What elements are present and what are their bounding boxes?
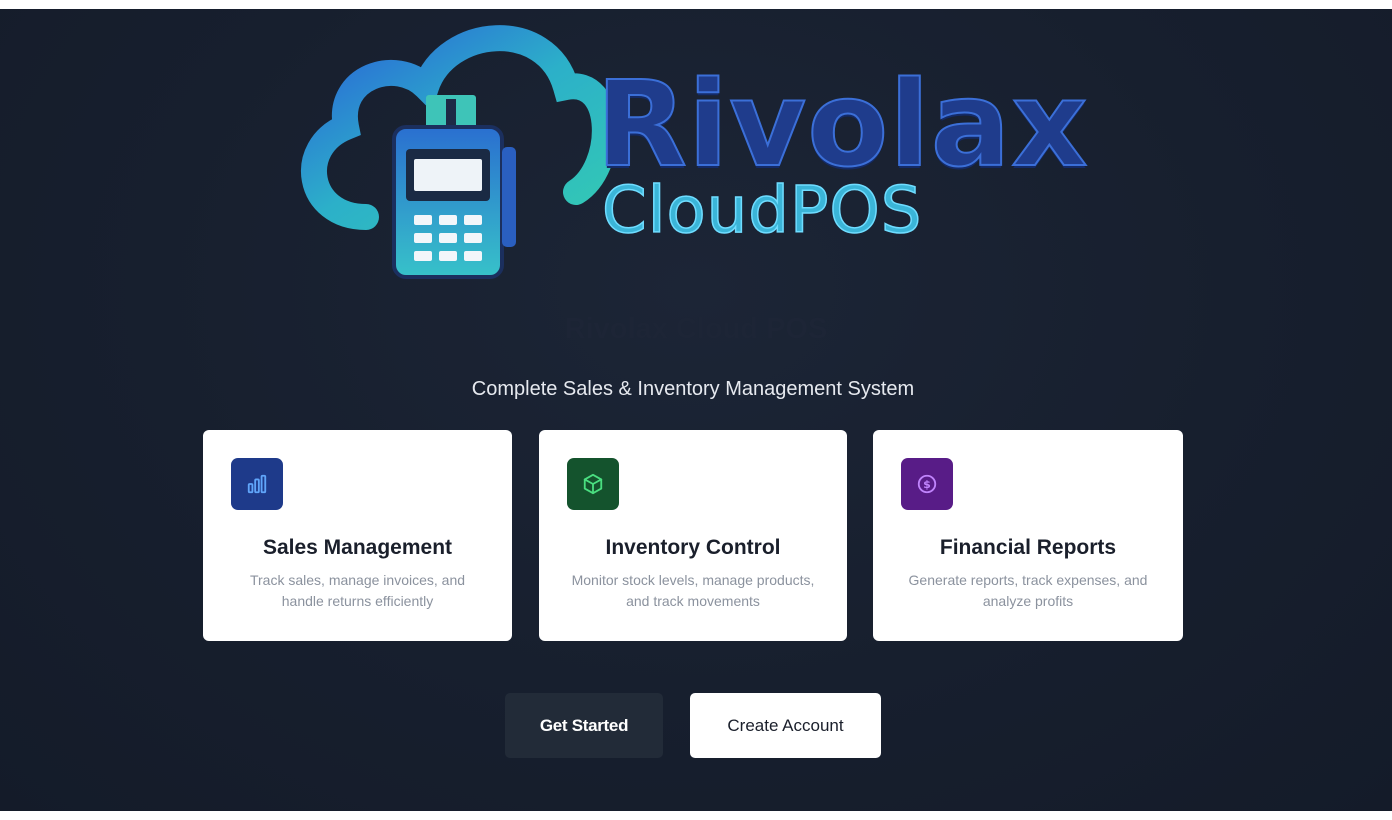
create-account-button[interactable]: Create Account (690, 693, 881, 758)
feature-card-financial: $ Financial Reports Generate reports, tr… (873, 430, 1183, 641)
brand-product: CloudPOS (601, 174, 923, 248)
page-title: Rivolax Cloud POS (564, 313, 828, 345)
bar-chart-icon (231, 458, 283, 510)
feature-description: Generate reports, track expenses, and an… (908, 572, 1148, 609)
feature-title: Sales Management (262, 536, 453, 559)
dollar-circle-icon: $ (901, 458, 953, 510)
brand-name: Rivolax (595, 55, 1089, 193)
landing-page: Rivolax CloudPOS Rivolax Cloud POS Compl… (0, 9, 1392, 811)
svg-text:$: $ (923, 478, 931, 491)
feature-cards: Sales Management Track sales, manage inv… (203, 430, 1183, 641)
feature-description: Monitor stock levels, manage products, a… (571, 572, 815, 609)
feature-title: Financial Reports (939, 536, 1117, 559)
brand-logo: Rivolax CloudPOS (296, 17, 1096, 287)
package-icon (567, 458, 619, 510)
feature-card-sales: Sales Management Track sales, manage inv… (203, 430, 512, 641)
get-started-button[interactable]: Get Started (505, 693, 663, 758)
feature-card-inventory: Inventory Control Monitor stock levels, … (539, 430, 847, 641)
feature-description: Track sales, manage invoices, and handle… (249, 572, 466, 609)
page-subtitle: Complete Sales & Inventory Management Sy… (471, 378, 915, 400)
feature-title: Inventory Control (605, 536, 781, 559)
